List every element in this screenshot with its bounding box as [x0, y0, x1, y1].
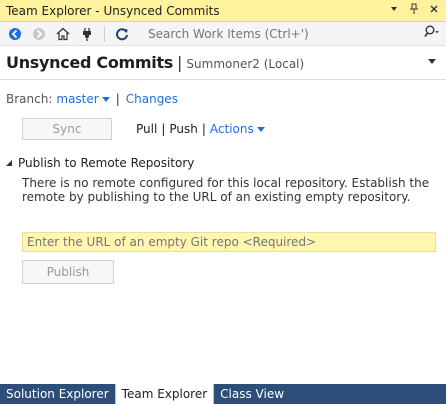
- toolbar-separator: [104, 25, 105, 42]
- repository-name: Summoner2 (Local): [186, 56, 305, 71]
- changes-link[interactable]: Changes: [126, 92, 178, 106]
- collapse-triangle-icon[interactable]: [4, 158, 14, 168]
- tab-class-view[interactable]: Class View: [214, 384, 290, 404]
- team-explorer-window: Team Explorer - Unsynced Commits Search …: [0, 0, 446, 404]
- actions-label: Actions: [209, 122, 254, 136]
- window-title: Team Explorer - Unsynced Commits: [6, 3, 220, 18]
- search-button[interactable]: [418, 25, 446, 43]
- sync-button[interactable]: Sync: [22, 118, 112, 140]
- search-box[interactable]: [147, 24, 397, 44]
- branch-separator: |: [115, 92, 120, 106]
- back-icon[interactable]: [6, 25, 24, 43]
- search-icon: [424, 25, 440, 42]
- sync-separator: |: [201, 122, 206, 136]
- repo-url-input[interactable]: [22, 232, 436, 252]
- actions-menu[interactable]: Actions: [210, 122, 265, 136]
- forward-icon[interactable]: [30, 25, 48, 43]
- section-title: Publish to Remote Repository: [18, 156, 195, 170]
- bottom-tab-bar: Solution Explorer Team Explorer Class Vi…: [0, 384, 446, 404]
- sync-links: Pull | Push | Actions: [136, 122, 265, 136]
- branch-line: Branch: master | Changes: [6, 90, 178, 108]
- chevron-down-icon[interactable]: [426, 56, 438, 68]
- home-icon[interactable]: [54, 25, 72, 43]
- push-link[interactable]: Push: [169, 122, 198, 136]
- title-bar: Team Explorer - Unsynced Commits: [0, 0, 446, 22]
- plug-icon[interactable]: [78, 25, 96, 43]
- remote-info-message: There is no remote configured for this l…: [22, 176, 430, 204]
- branch-selector[interactable]: master: [56, 92, 110, 106]
- publish-button[interactable]: Publish: [22, 260, 114, 284]
- pin-icon[interactable]: [408, 3, 420, 18]
- close-icon[interactable]: [428, 3, 440, 18]
- refresh-icon[interactable]: [113, 25, 131, 43]
- toolbar: [0, 22, 446, 46]
- title-bar-controls: [388, 3, 440, 18]
- page-title[interactable]: Unsynced Commits: [6, 53, 173, 72]
- chevron-down-icon: [101, 97, 110, 102]
- page-header: Unsynced Commits | Summoner2 (Local): [0, 46, 446, 80]
- publish-section-header[interactable]: Publish to Remote Repository: [4, 154, 194, 172]
- header-divider: |: [177, 53, 183, 72]
- tab-team-explorer[interactable]: Team Explorer: [114, 384, 215, 404]
- search-input[interactable]: [148, 25, 348, 42]
- pull-link[interactable]: Pull: [136, 122, 157, 136]
- chevron-down-icon: [256, 127, 265, 132]
- branch-name: master: [56, 92, 99, 106]
- chevron-down-icon[interactable]: [388, 3, 400, 18]
- sync-separator: |: [161, 122, 166, 136]
- branch-label: Branch:: [6, 92, 53, 106]
- tab-solution-explorer[interactable]: Solution Explorer: [0, 384, 115, 404]
- sync-row: Sync Pull | Push | Actions: [22, 116, 265, 142]
